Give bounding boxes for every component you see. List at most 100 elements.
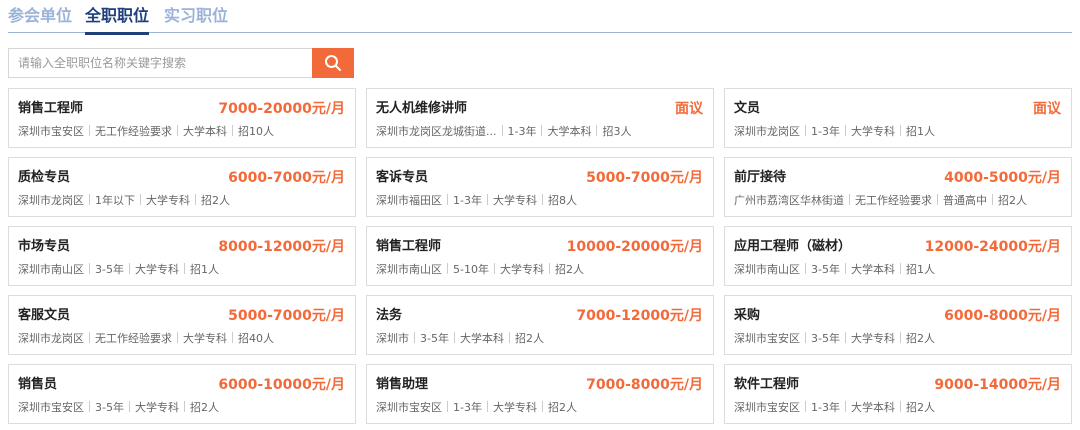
job-salary: 7000-12000元/月 (576, 308, 703, 324)
job-experience: 3-5年 (811, 332, 840, 345)
position-tabs: 参会单位 全职职位 实习职位 (8, 0, 1072, 35)
tab-exhibitors[interactable]: 参会单位 (8, 5, 72, 27)
job-card[interactable]: 销售助理 7000-8000元/月 深圳市宝安区 1-3年 大学专科 招2人 (366, 364, 714, 424)
search-bar (8, 48, 354, 78)
job-education: 大学专科 (146, 194, 190, 207)
job-education: 大学专科 (134, 263, 179, 276)
job-title[interactable]: 法务 (376, 307, 402, 325)
job-card[interactable]: 无人机维修讲师 面议 深圳市龙岗区龙城街道... 1-3年 大学本科 招3人 (366, 88, 714, 148)
tab-internship-positions[interactable]: 实习职位 (164, 5, 228, 27)
job-card[interactable]: 销售工程师 7000-20000元/月 深圳市宝安区 无工作经验要求 大学本科 招10人 (8, 88, 356, 148)
job-education: 大学专科 (499, 263, 544, 276)
job-location: 广州市荔湾区华林街道 (734, 194, 844, 207)
job-location: 深圳市宝安区 (734, 401, 800, 414)
job-experience: 3-5年 (811, 263, 840, 276)
job-salary: 面议 (675, 101, 703, 117)
job-headcount: 招40人 (238, 332, 274, 345)
job-meta: 深圳市宝安区 1-3年 大学专科 招2人 (376, 400, 705, 416)
job-title[interactable]: 采购 (734, 307, 760, 325)
job-card[interactable]: 应用工程师（磁材） 12000-24000元/月 深圳市南山区 3-5年 大学本科 招1人 (724, 226, 1072, 286)
search-button[interactable] (312, 48, 354, 78)
meta-divider (844, 401, 846, 412)
meta-divider (899, 125, 901, 136)
job-title[interactable]: 无人机维修讲师 (376, 100, 467, 118)
job-education: 大学本科 (850, 401, 895, 414)
job-card[interactable]: 质检专员 6000-7000元/月 深圳市龙岗区 1年以下 大学专科 招2人 (8, 157, 356, 217)
meta-divider (805, 401, 806, 412)
meta-divider (493, 263, 495, 274)
job-meta: 深圳市宝安区 3-5年 大学专科 招2人 (734, 331, 1063, 347)
meta-divider (486, 401, 488, 412)
job-card[interactable]: 销售员 6000-10000元/月 深圳市宝安区 3-5年 大学专科 招2人 (8, 364, 356, 424)
job-title[interactable]: 客服文员 (18, 307, 70, 325)
job-salary: 面议 (1033, 101, 1061, 117)
job-headcount: 招1人 (905, 263, 935, 276)
meta-divider (232, 125, 233, 136)
job-title[interactable]: 销售员 (18, 376, 57, 394)
job-experience: 3-5年 (95, 401, 124, 414)
job-education: 大学专科 (850, 125, 895, 138)
job-headcount: 招2人 (554, 263, 584, 276)
meta-divider (232, 332, 233, 343)
meta-divider (805, 332, 806, 343)
meta-divider (992, 194, 993, 205)
meta-divider (89, 332, 90, 343)
job-meta: 深圳市宝安区 3-5年 大学专科 招2人 (18, 400, 347, 416)
job-title[interactable]: 文员 (734, 100, 760, 118)
search-input[interactable] (8, 48, 313, 78)
job-title[interactable]: 应用工程师（磁材） (734, 238, 851, 256)
job-experience: 1-3年 (507, 125, 537, 138)
job-headcount: 招8人 (547, 194, 577, 207)
job-experience: 1-3年 (811, 125, 840, 138)
job-title[interactable]: 销售工程师 (18, 100, 83, 118)
job-card[interactable]: 市场专员 8000-12000元/月 深圳市南山区 3-5年 大学专科 招1人 (8, 226, 356, 286)
job-salary: 5000-7000元/月 (228, 308, 345, 324)
job-meta: 深圳市南山区 3-5年 大学专科 招1人 (18, 262, 347, 278)
job-card[interactable]: 法务 7000-12000元/月 深圳市 3-5年 大学本科 招2人 (366, 295, 714, 355)
job-card[interactable]: 客诉专员 5000-7000元/月 深圳市福田区 1-3年 大学专科 招8人 (366, 157, 714, 217)
job-experience: 1-3年 (453, 401, 482, 414)
job-salary: 9000-14000元/月 (934, 377, 1061, 393)
job-card[interactable]: 软件工程师 9000-14000元/月 深圳市宝安区 1-3年 大学本科 招2人 (724, 364, 1072, 424)
job-location: 深圳市龙岗区 (734, 125, 800, 138)
job-title[interactable]: 质检专员 (18, 169, 70, 187)
job-title[interactable]: 销售工程师 (376, 238, 441, 256)
job-location: 深圳市宝安区 (376, 401, 442, 414)
job-meta: 深圳市龙岗区 无工作经验要求 大学专科 招40人 (18, 331, 347, 347)
job-card[interactable]: 文员 面议 深圳市龙岗区 1-3年 大学专科 招1人 (724, 88, 1072, 148)
meta-divider (447, 194, 448, 205)
job-title[interactable]: 前厅接待 (734, 169, 786, 187)
job-location: 深圳市龙岗区龙城街道... (376, 125, 497, 138)
meta-divider (447, 401, 448, 412)
meta-divider (128, 263, 130, 274)
meta-divider (414, 332, 415, 343)
job-title[interactable]: 软件工程师 (734, 376, 799, 394)
meta-divider (899, 332, 901, 343)
job-card[interactable]: 采购 6000-8000元/月 深圳市宝安区 3-5年 大学专科 招2人 (724, 295, 1072, 355)
meta-divider (805, 263, 806, 274)
job-experience: 1年以下 (95, 194, 135, 207)
meta-divider (447, 263, 448, 274)
job-title[interactable]: 销售助理 (376, 376, 428, 394)
job-education: 大学本科 (459, 332, 504, 345)
job-card[interactable]: 销售工程师 10000-20000元/月 深圳市南山区 5-10年 大学专科 招2人 (366, 226, 714, 286)
job-meta: 深圳市南山区 3-5年 大学本科 招1人 (734, 262, 1063, 278)
meta-divider (548, 263, 550, 274)
job-title[interactable]: 客诉专员 (376, 169, 428, 187)
job-salary: 7000-8000元/月 (586, 377, 703, 393)
meta-divider (453, 332, 455, 343)
job-salary: 6000-7000元/月 (228, 170, 345, 186)
job-location: 深圳市福田区 (376, 194, 442, 207)
meta-divider (501, 125, 503, 136)
meta-divider (849, 194, 850, 205)
tab-full-time-positions[interactable]: 全职职位 (85, 5, 150, 35)
job-education: 大学本科 (547, 125, 592, 138)
job-location: 深圳市龙岗区 (18, 194, 84, 207)
job-title[interactable]: 市场专员 (18, 238, 70, 256)
job-headcount: 招10人 (238, 125, 274, 138)
meta-divider (541, 125, 543, 136)
job-card[interactable]: 前厅接待 4000-5000元/月 广州市荔湾区华林街道 无工作经验要求 普通高中 招2人 (724, 157, 1072, 217)
job-card[interactable]: 客服文员 5000-7000元/月深圳市龙岗区 无工作经验要求 大学专科 招40人 (8, 295, 356, 355)
job-education: 大学专科 (183, 332, 227, 345)
meta-divider (541, 194, 543, 205)
